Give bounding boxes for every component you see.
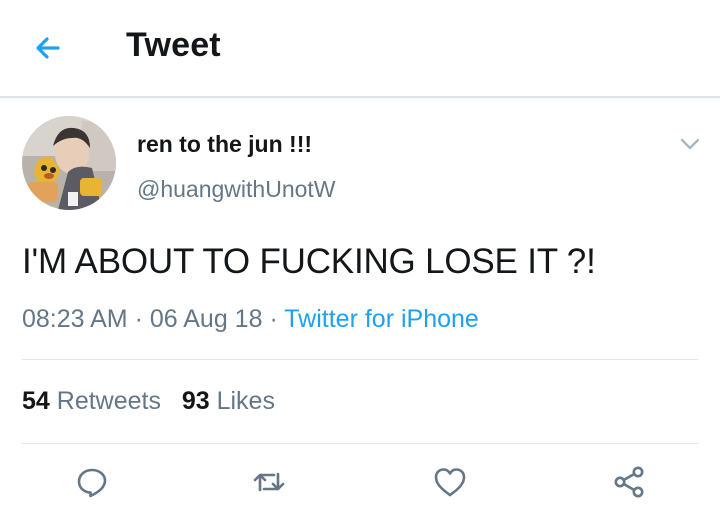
tweet-date: 06 Aug 18 [149,305,263,333]
tweet-time: 08:23 AM [22,305,128,333]
meta-separator: · [269,305,278,333]
retweet-button[interactable] [251,464,287,500]
tweet-text: I'M ABOUT TO FUCKING LOSE IT ?! [22,242,596,281]
user-handle[interactable]: @huangwithUnotW [137,176,336,203]
back-arrow-icon [36,37,60,59]
like-button[interactable] [432,464,468,500]
reply-icon [77,468,107,498]
retweet-icon [253,472,285,492]
reply-button[interactable] [74,464,110,500]
share-icon [614,466,644,498]
back-button[interactable] [28,28,68,68]
meta-separator: · [134,305,143,333]
page-title: Tweet [126,26,221,64]
likes-count: 93 [181,387,210,415]
divider [22,443,698,444]
share-button[interactable] [611,464,647,500]
avatar[interactable] [22,116,116,210]
retweets-stat[interactable]: 54 Retweets [22,387,161,415]
more-options-button[interactable] [676,130,704,158]
chevron-down-icon [680,138,700,150]
display-name[interactable]: ren to the jun !!! [137,131,312,158]
avatar-photo [22,116,116,210]
top-bar: Tweet [0,0,720,98]
likes-stat[interactable]: 93 Likes [182,387,275,415]
divider [22,359,698,360]
tweet-source-link[interactable]: Twitter for iPhone [284,305,479,333]
tweet-meta: 08:23 AM · 06 Aug 18 · Twitter for iPhon… [22,305,479,334]
retweets-count: 54 [22,387,50,415]
likes-label: Likes [216,387,275,415]
retweets-label: Retweets [56,387,161,415]
tweet-stats: 54 Retweets 93 Likes [22,387,275,416]
heart-icon [434,468,466,497]
